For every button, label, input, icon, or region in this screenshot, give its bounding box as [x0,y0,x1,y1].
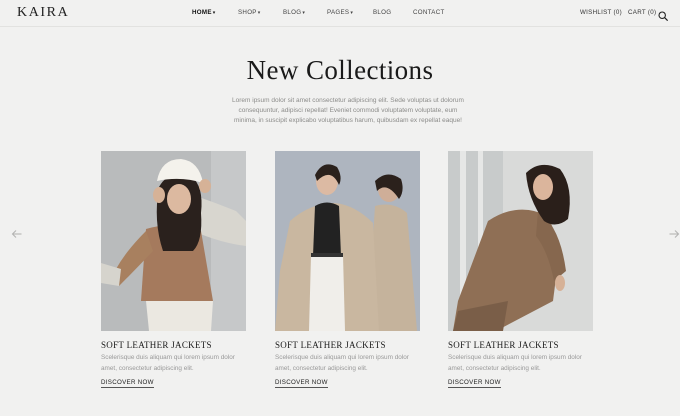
nav-label: BLOG [373,9,392,16]
cart-link[interactable]: CART (0) [628,9,656,16]
nav-label: PAGES [327,9,350,16]
section-description: Lorem ipsum dolor sit amet consectetur a… [232,97,464,125]
product-image[interactable] [448,151,593,331]
chevron-down-icon: ▾ [212,10,216,16]
product-image[interactable] [101,151,246,331]
discover-now-link[interactable]: DISCOVER NOW [101,379,154,388]
site-header: KAIRA HOME▾ SHOP▾ BLOG▾ PAGES▾ BLOG CONT… [0,0,680,26]
nav-label: BLOG [283,9,302,16]
nav-item-home[interactable]: HOME▾ [192,9,216,16]
product-description: Scelerisque duis aliquam qui lorem ipsum… [448,354,582,372]
product-title[interactable]: SOFT LEATHER JACKETS [448,340,559,350]
nav-label: HOME [192,9,212,16]
wishlist-link[interactable]: WISHLIST (0) [580,9,622,16]
chevron-down-icon: ▾ [257,10,261,16]
product-title[interactable]: SOFT LEATHER JACKETS [275,340,386,350]
arrow-left-icon[interactable] [11,227,23,239]
brand-logo[interactable]: KAIRA [17,5,69,21]
chevron-down-icon: ▾ [302,10,306,16]
nav-item-blog[interactable]: BLOG▾ [283,9,305,16]
nav-item-contact[interactable]: CONTACT [413,9,445,16]
product-description: Scelerisque duis aliquam qui lorem ipsum… [275,354,409,372]
nav-item-blog-2[interactable]: BLOG [373,9,391,16]
search-icon[interactable] [658,8,668,21]
header-divider [0,26,680,27]
section-title: New Collections [246,55,434,85]
product-image[interactable] [275,151,420,331]
nav-label: SHOP [238,9,257,16]
nav-item-shop[interactable]: SHOP▾ [238,9,261,16]
discover-now-link[interactable]: DISCOVER NOW [448,379,501,388]
product-title[interactable]: SOFT LEATHER JACKETS [101,340,212,350]
chevron-down-icon: ▾ [350,10,354,16]
product-description: Scelerisque duis aliquam qui lorem ipsum… [101,354,235,372]
arrow-right-icon[interactable] [668,227,680,239]
nav-item-pages[interactable]: PAGES▾ [327,9,353,16]
nav-label: CONTACT [413,9,445,16]
discover-now-link[interactable]: DISCOVER NOW [275,379,328,388]
